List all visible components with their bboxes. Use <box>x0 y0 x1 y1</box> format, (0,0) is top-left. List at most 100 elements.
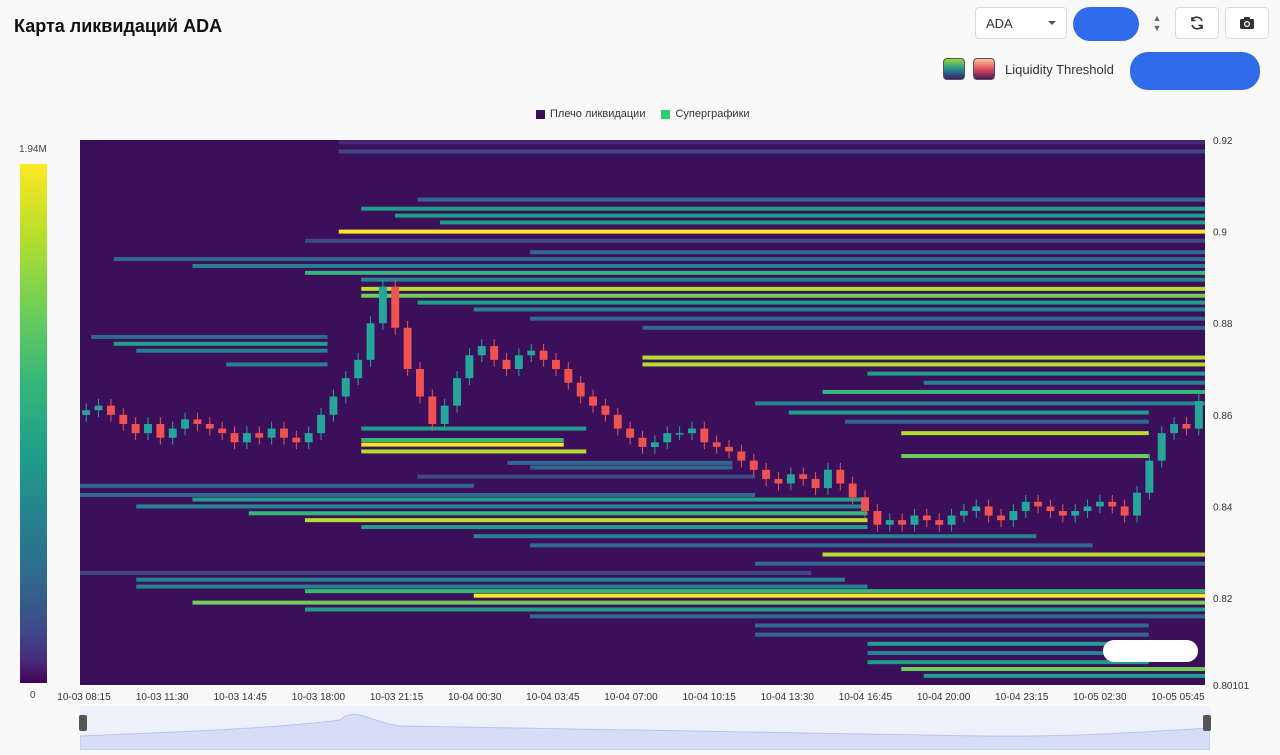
x-axis-tick-label: 10-03 08:15 <box>57 692 111 703</box>
price-candle <box>947 515 956 525</box>
liquidation-level-band <box>226 362 328 367</box>
liquidation-level-band <box>136 348 328 353</box>
liquidation-level-band <box>923 673 1205 678</box>
price-candle <box>453 378 462 406</box>
liquidation-level-band <box>248 511 868 516</box>
liquidation-level-band <box>192 600 1205 605</box>
price-candle <box>1046 506 1055 511</box>
liquidation-level-band <box>338 140 1205 145</box>
price-candle <box>613 414 622 429</box>
liquidation-level-band <box>192 263 1205 268</box>
liquidation-level-band <box>136 584 868 589</box>
liquidation-level-band <box>440 220 1205 225</box>
liquidation-level-band <box>901 667 1205 672</box>
liquidation-level-band <box>417 474 755 479</box>
navigator-left-handle[interactable] <box>79 715 87 731</box>
liquidation-level-band <box>361 449 587 454</box>
liquidation-level-band <box>867 660 1149 665</box>
price-candle <box>1145 460 1154 493</box>
liquidation-level-band <box>901 454 1149 459</box>
price-candle <box>440 405 449 424</box>
price-candle <box>218 428 227 434</box>
x-axis-tick-label: 10-04 16:45 <box>839 692 893 703</box>
price-candle <box>910 515 919 525</box>
price-candle <box>823 469 832 489</box>
price-candle <box>391 286 400 328</box>
price-candle <box>378 286 387 324</box>
price-candle <box>304 433 313 443</box>
price-candle <box>416 369 424 397</box>
price-candle <box>193 419 202 424</box>
liquidation-level-band <box>642 362 1205 367</box>
price-candle <box>564 369 573 383</box>
price-candle <box>737 451 746 461</box>
price-candle <box>477 346 486 356</box>
liquidation-level-band <box>136 504 868 509</box>
price-candle <box>329 396 338 415</box>
price-candle <box>1095 501 1104 507</box>
liquidation-level-band <box>361 293 1205 298</box>
price-candle <box>280 428 288 438</box>
liquidation-level-band <box>473 534 1037 539</box>
price-candle <box>650 442 659 447</box>
price-candle <box>601 405 610 415</box>
price-candle <box>514 355 523 370</box>
liquidation-level-band <box>530 250 1205 255</box>
price-candle <box>836 469 845 484</box>
liquidation-level-band <box>361 442 564 447</box>
time-range-navigator[interactable] <box>79 706 1211 751</box>
price-candle <box>1157 433 1166 461</box>
price-candle <box>1021 501 1030 511</box>
navigator-right-handle[interactable] <box>1203 715 1211 731</box>
price-candle <box>106 405 115 415</box>
price-candle <box>490 346 499 360</box>
price-candle <box>700 428 709 443</box>
price-candle <box>242 433 251 443</box>
liquidation-level-band <box>361 426 587 431</box>
liquidation-level-band <box>361 286 1205 291</box>
x-axis-tick-label: 10-04 10:15 <box>682 692 736 703</box>
price-candle <box>341 378 350 397</box>
liquidation-level-band <box>417 197 1205 202</box>
price-candle <box>638 437 647 447</box>
price-candle <box>873 510 882 525</box>
price-candle <box>1182 423 1191 429</box>
price-candle <box>539 350 548 360</box>
y-axis-tick-label: 0.92 <box>1213 136 1233 147</box>
price-candle <box>144 423 152 434</box>
price-candle <box>1133 492 1141 516</box>
price-candle <box>403 327 412 370</box>
price-candle <box>712 442 721 447</box>
price-candle <box>762 469 771 479</box>
liquidation-level-band <box>417 300 1205 305</box>
liquidation-level-band <box>80 570 812 575</box>
liquidation-level-band <box>80 492 755 497</box>
price-candle <box>354 359 363 379</box>
liquidation-level-band <box>530 316 1205 321</box>
price-candle <box>935 520 944 525</box>
x-axis-tick-label: 10-05 02:30 <box>1073 692 1127 703</box>
price-candle <box>1194 401 1203 429</box>
x-axis-tick-label: 10-04 13:30 <box>761 692 815 703</box>
liquidation-heatmap-chart[interactable]: 0.92 0.9 0.88 0.86 0.84 0.82 0.80101 10-03 08:1… <box>0 0 1280 755</box>
price-candle <box>1083 506 1092 511</box>
price-candle <box>861 497 869 511</box>
y-axis-tick-label: 0.82 <box>1213 594 1233 605</box>
liquidation-level-band <box>642 355 1205 360</box>
price-candle <box>1108 501 1117 507</box>
liquidation-level-band <box>80 483 474 488</box>
price-candle <box>428 396 437 424</box>
price-candle <box>168 428 177 438</box>
liquidation-level-band <box>361 525 868 530</box>
price-candle <box>1170 423 1179 434</box>
price-candle <box>898 520 907 525</box>
price-candle <box>502 359 511 370</box>
liquidation-level-band <box>136 577 845 582</box>
price-candle <box>811 478 820 489</box>
liquidation-level-band <box>361 206 1205 211</box>
price-candle <box>626 428 635 438</box>
liquidation-level-band <box>395 213 1205 218</box>
liquidation-level-band <box>822 389 1205 394</box>
liquidation-level-band <box>788 410 1149 415</box>
x-axis-tick-label: 10-04 23:15 <box>995 692 1049 703</box>
